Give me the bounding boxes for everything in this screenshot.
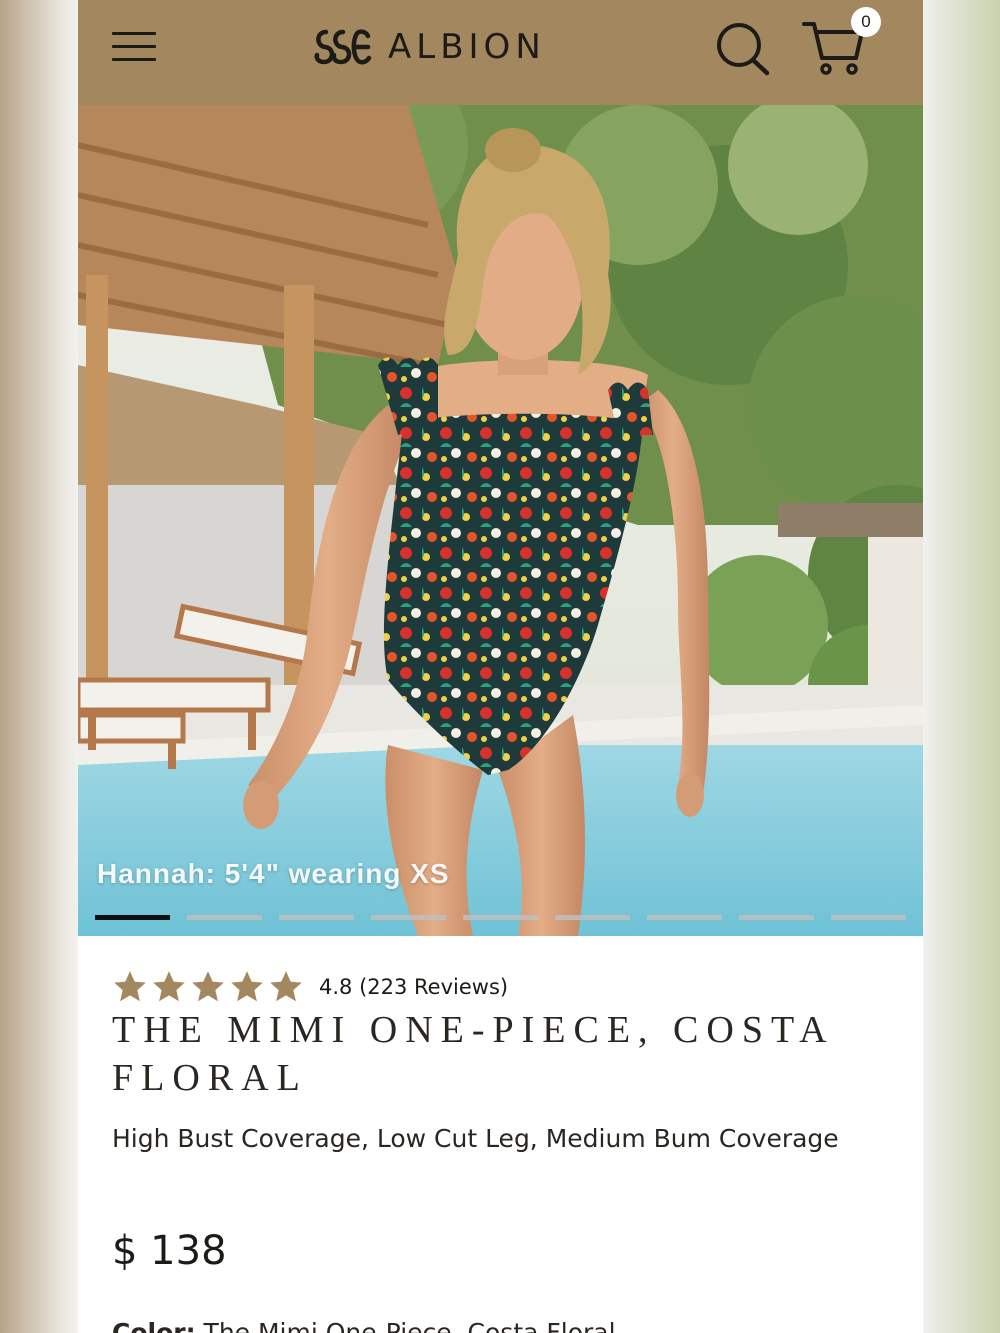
gallery-dot[interactable] — [187, 915, 262, 920]
product-page: ALBION 0 Hannah: 5'4" wearing XS 4.8 (22… — [78, 0, 923, 1333]
rating-summary: 4.8 (223 Reviews) — [319, 975, 509, 999]
star-icon — [231, 971, 263, 1002]
cart-count-badge: 0 — [851, 7, 881, 37]
star-icon — [192, 971, 224, 1002]
menu-line — [112, 32, 156, 35]
hamburger-menu-icon[interactable] — [112, 30, 158, 64]
color-value: The Mimi One-Piece, Costa Floral — [203, 1318, 616, 1333]
gallery-dot[interactable] — [555, 915, 630, 920]
gallery-dot[interactable] — [95, 915, 170, 920]
brand-logo[interactable]: ALBION — [312, 24, 546, 70]
color-label: Color: — [112, 1318, 196, 1333]
logo-mark-icon — [314, 29, 372, 65]
menu-line — [112, 58, 156, 61]
gallery-dot[interactable] — [647, 915, 722, 920]
product-rating[interactable]: 4.8 (223 Reviews) — [112, 968, 508, 1006]
selected-color: Color: The Mimi One-Piece, Costa Floral — [112, 1318, 616, 1333]
site-header: ALBION 0 — [78, 0, 923, 105]
product-price: $ 138 — [112, 1228, 227, 1274]
menu-line — [112, 45, 156, 48]
gallery-pagination — [95, 915, 910, 921]
gallery-dot[interactable] — [463, 915, 538, 920]
product-image-gallery[interactable]: Hannah: 5'4" wearing XS — [78, 105, 923, 936]
product-title: THE MIMI ONE-PIECE, COSTA FLORAL — [112, 1009, 833, 1099]
brand-name: ALBION — [388, 27, 546, 67]
search-icon[interactable] — [714, 20, 772, 78]
product-coverage-description: High Bust Coverage, Low Cut Leg, Medium … — [112, 1124, 839, 1153]
product-photo — [78, 105, 923, 936]
star-icon — [270, 971, 302, 1002]
gallery-dot[interactable] — [831, 915, 906, 920]
gallery-dot[interactable] — [739, 915, 814, 920]
star-icon — [153, 971, 185, 1002]
model-size-caption: Hannah: 5'4" wearing XS — [97, 858, 450, 889]
gallery-dot[interactable] — [279, 915, 354, 920]
gallery-dot[interactable] — [371, 915, 446, 920]
star-icon — [114, 971, 146, 1002]
